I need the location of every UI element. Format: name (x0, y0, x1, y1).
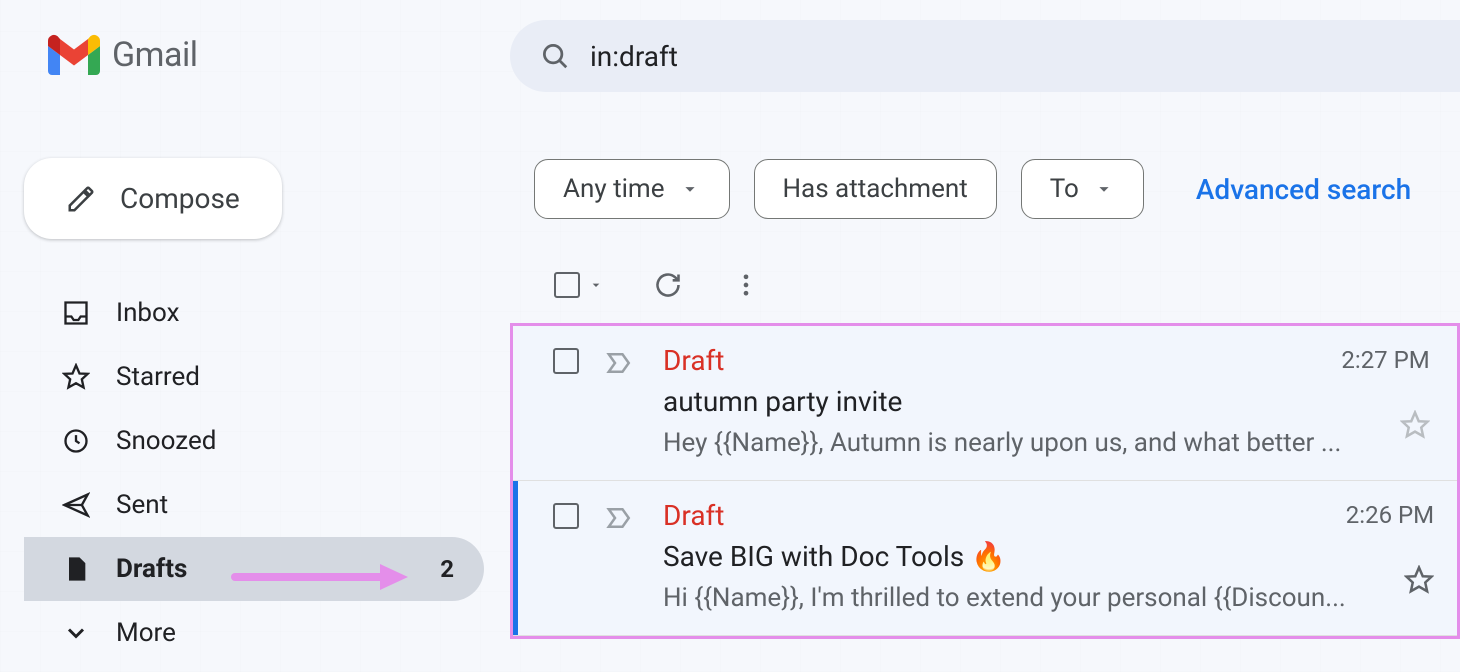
search-icon (540, 41, 570, 71)
row-checkbox[interactable] (553, 348, 579, 374)
important-icon[interactable] (605, 503, 635, 533)
main-area: Any time Has attachment To Advanced sear… (510, 155, 1460, 639)
select-all-control[interactable] (554, 272, 604, 298)
sidebar: Compose Inbox Starred Snoozed Sent (24, 158, 484, 665)
row-time: 2:27 PM (1341, 346, 1429, 374)
checkbox-icon (554, 272, 580, 298)
compose-button[interactable]: Compose (24, 158, 282, 239)
sidebar-item-drafts[interactable]: Drafts 2 (24, 537, 484, 601)
sidebar-item-label: Sent (116, 490, 168, 520)
row-meta: 2:26 PM (1346, 499, 1434, 613)
sidebar-item-snoozed[interactable]: Snoozed (24, 409, 484, 473)
gmail-logo-icon (48, 29, 100, 81)
pencil-icon (66, 184, 96, 214)
sidebar-item-label: Snoozed (116, 426, 216, 456)
sidebar-item-inbox[interactable]: Inbox (24, 281, 484, 345)
more-icon[interactable] (732, 271, 760, 299)
draft-label: Draft (663, 344, 724, 377)
sidebar-item-label: Starred (116, 362, 200, 392)
row-subject: Save BIG with Doc Tools 🔥 (663, 540, 1346, 573)
row-body: Draft autumn party invite Hey {{Name}}, … (635, 344, 1341, 458)
draft-row[interactable]: Draft Save BIG with Doc Tools 🔥 Hi {{Nam… (513, 481, 1457, 636)
row-checkbox[interactable] (553, 503, 579, 529)
sidebar-item-sent[interactable]: Sent (24, 473, 484, 537)
header-bar: Gmail (0, 0, 1460, 110)
nav-list: Inbox Starred Snoozed Sent Drafts 2 (24, 281, 484, 665)
sidebar-item-label: Inbox (116, 298, 180, 328)
important-icon[interactable] (605, 348, 635, 378)
compose-label: Compose (120, 182, 240, 215)
chevron-down-icon (1093, 178, 1115, 200)
chevron-down-icon (588, 277, 604, 293)
sidebar-item-label: Drafts (116, 554, 187, 584)
advanced-search-link[interactable]: Advanced search (1196, 173, 1411, 206)
filter-anytime[interactable]: Any time (534, 159, 730, 219)
logo-area: Gmail (48, 29, 198, 81)
filter-row: Any time Has attachment To Advanced sear… (510, 155, 1460, 243)
row-snippet: Hey {{Name}}, Autumn is nearly upon us, … (663, 428, 1341, 458)
row-body: Draft Save BIG with Doc Tools 🔥 Hi {{Nam… (635, 499, 1346, 613)
file-icon (62, 555, 90, 583)
draft-label: Draft (663, 499, 724, 532)
send-icon (62, 491, 90, 519)
drafts-list: Draft autumn party invite Hey {{Name}}, … (510, 323, 1460, 639)
star-icon[interactable] (1404, 565, 1434, 595)
filter-attachment[interactable]: Has attachment (754, 159, 997, 219)
app-name: Gmail (112, 35, 198, 75)
search-bar[interactable] (510, 20, 1460, 92)
star-icon[interactable] (1400, 410, 1430, 440)
row-subject: autumn party invite (663, 385, 1341, 418)
clock-icon (62, 427, 90, 455)
chevron-down-icon (62, 619, 90, 647)
chip-label: Has attachment (783, 174, 968, 204)
toolbar (510, 243, 1460, 323)
star-icon (62, 363, 90, 391)
row-meta: 2:27 PM (1341, 344, 1429, 458)
inbox-icon (62, 299, 90, 327)
filter-to[interactable]: To (1021, 159, 1144, 219)
sidebar-item-starred[interactable]: Starred (24, 345, 484, 409)
chevron-down-icon (679, 178, 701, 200)
chip-label: Any time (563, 174, 665, 204)
draft-row[interactable]: Draft autumn party invite Hey {{Name}}, … (513, 326, 1457, 481)
refresh-icon[interactable] (654, 271, 682, 299)
row-controls (553, 499, 635, 613)
sidebar-item-more[interactable]: More (24, 601, 484, 665)
sidebar-item-label: More (116, 618, 176, 648)
search-input[interactable] (590, 40, 1090, 73)
row-time: 2:26 PM (1346, 501, 1434, 529)
row-controls (553, 344, 635, 458)
drafts-count: 2 (440, 555, 454, 583)
chip-label: To (1050, 174, 1079, 204)
row-snippet: Hi {{Name}}, I'm thrilled to extend your… (663, 583, 1346, 613)
